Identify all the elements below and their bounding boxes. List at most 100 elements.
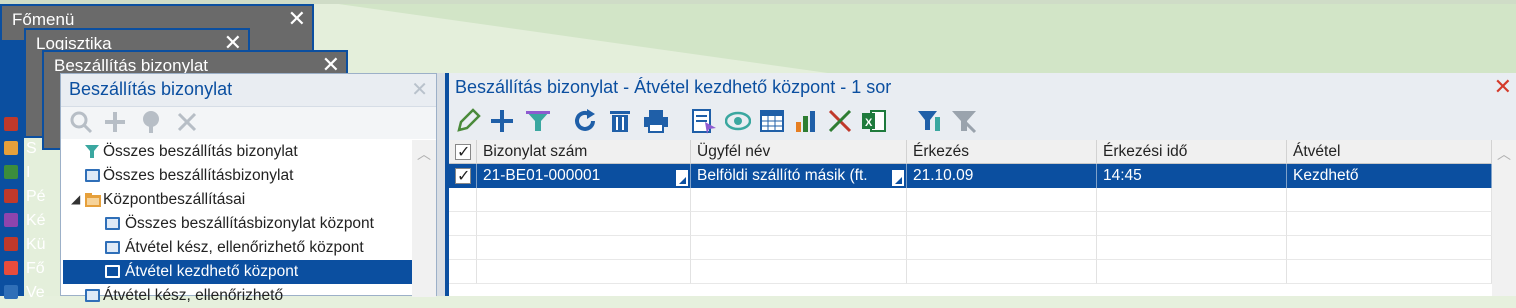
menu-item-icon [4,189,18,203]
scroll-up-icon[interactable]: ︿ [417,144,431,164]
main-menu-item[interactable]: I [4,164,62,186]
empty-cell [477,236,691,260]
tree-item-label: Átvétel kész, ellenőrizhető [103,287,284,304]
select-all-checkbox[interactable] [455,142,471,162]
column-header[interactable]: Bizonylat szám [477,140,691,164]
table-cell[interactable]: 14:45 [1097,164,1287,188]
cell-value: Belföldi szállító másik (ft. [697,167,868,184]
row-select-cell[interactable] [449,164,477,188]
main-menu-item-label: I [26,164,31,181]
folder-open-icon [85,193,101,212]
main-menu-item[interactable]: S [4,140,62,162]
table-cell[interactable]: 21-BE01-000001 [477,164,691,188]
view-icon[interactable] [723,106,753,136]
add-icon[interactable] [487,106,517,136]
column-header[interactable]: Ügyfél név [691,140,907,164]
table-cell[interactable]: 21.10.09 [907,164,1097,188]
table-icon[interactable] [757,106,787,136]
menu-item-icon [4,285,18,299]
filter-settings-icon[interactable] [915,106,945,136]
empty-cell [477,212,691,236]
empty-cell [1287,260,1492,284]
main-menu-item-label: Ve [26,284,45,301]
main-menu-item[interactable]: Pé [4,188,62,210]
scroll-up-icon[interactable]: ︿ [1497,144,1511,164]
tree-item-label: Összes beszállításbizonylat központ [125,215,374,232]
grid-panel-title: Beszállítás bizonylat - Átvétel kezdhető… [455,77,892,97]
cell-dropdown-icon[interactable] [676,170,688,186]
refresh-icon[interactable] [571,106,601,136]
column-header[interactable]: Átvétel [1287,140,1492,164]
chart-icon[interactable] [791,106,821,136]
menu-item-icon [4,261,18,275]
monitor-icon [105,241,120,254]
edit-icon[interactable] [453,106,483,136]
tree-toolbar [61,107,436,139]
add-icon[interactable] [103,110,127,140]
main-menu-item[interactable]: Ve [4,284,62,306]
print-icon[interactable] [641,106,671,136]
svg-text:X: X [865,117,873,129]
tree-item-received-checkable[interactable]: Átvétel kész, ellenőrizhető [63,284,414,308]
column-header[interactable]: Érkezés [907,140,1097,164]
menu-item-icon [4,237,18,251]
empty-cell [1287,188,1492,212]
menu-item-icon [4,213,18,227]
tree-item-label: Átvétel kész, ellenőrizhető központ [125,239,364,256]
data-grid: Bizonylat szám Ügyfél név Érkezés Érkezé… [449,140,1492,296]
cell-value: 21-BE01-000001 [483,167,601,184]
tree-item-all-delivery-docs[interactable]: Összes beszállításbizonylat [63,164,414,188]
empty-cell [1287,236,1492,260]
monitor-icon [105,265,120,278]
tree-item-all-deliveries[interactable]: Összes beszállítás bizonylat [63,140,414,164]
menu-item-icon [4,165,18,179]
grid-scrollbar[interactable]: ︿ [1492,140,1516,296]
tree-item-all-center-docs[interactable]: Összes beszállításbizonylat központ [63,212,414,236]
main-menu-item[interactable]: Kü [4,236,62,258]
empty-row [449,212,1492,236]
table-row[interactable]: 21-BE01-000001 Belföldi szállító másik (… [449,164,1492,188]
table-cell[interactable]: Kezdhető [1287,164,1492,188]
select-all-column[interactable] [449,140,477,164]
close-icon[interactable]: ✕ [411,77,428,102]
empty-cell [449,236,477,260]
tree-item-receipt-startable-center[interactable]: Átvétel kezdhető központ [63,260,414,284]
empty-cell [1287,212,1492,236]
main-menu-item-label: Pé [26,188,46,205]
tree-item-center-deliveries[interactable]: ◢ Központbeszállításai [63,188,414,212]
main-menu-item[interactable]: Fő [4,260,62,282]
empty-cell [907,188,1097,212]
excel-icon[interactable]: X [859,106,889,136]
menu-item-icon [4,141,18,155]
column-header[interactable]: Érkezési idő [1097,140,1287,164]
empty-cell [449,260,477,284]
filter-icon[interactable] [523,106,553,136]
expand-arrow-icon[interactable]: ◢ [71,192,80,206]
tree-icon[interactable] [139,110,163,140]
empty-cell [477,260,691,284]
empty-cell [1097,260,1287,284]
empty-cell [907,260,1097,284]
main-menu-title: Főmenü [12,10,75,29]
row-checkbox[interactable] [455,166,471,186]
main-menu-item[interactable]: Ké [4,212,62,234]
main-menu-item-label: S [26,140,37,157]
close-icon[interactable]: ✕ [288,6,306,32]
pin-icon[interactable] [175,110,199,140]
tree-item-received-checkable-center[interactable]: Átvétel kész, ellenőrizhető központ [63,236,414,260]
main-menu-item[interactable] [4,116,62,138]
filter-icon [85,145,99,164]
panel-splitter[interactable] [437,73,445,296]
clear-filter-icon[interactable] [949,106,979,136]
cell-dropdown-icon[interactable] [892,170,904,186]
search-icon[interactable] [69,110,93,140]
trash-icon[interactable] [605,106,635,136]
tree-item-label: Összes beszállítás bizonylat [103,143,298,160]
empty-cell [907,236,1097,260]
export-report-icon[interactable] [689,106,719,136]
tree-scrollbar[interactable]: ︿ [412,140,436,297]
close-icon[interactable]: ✕ [1494,74,1512,100]
unpin-icon[interactable] [825,106,855,136]
table-cell[interactable]: Belföldi szállító másik (ft. [691,164,907,188]
tree-panel: Beszállítás bizonylat ✕ Összes beszállít… [60,73,437,304]
